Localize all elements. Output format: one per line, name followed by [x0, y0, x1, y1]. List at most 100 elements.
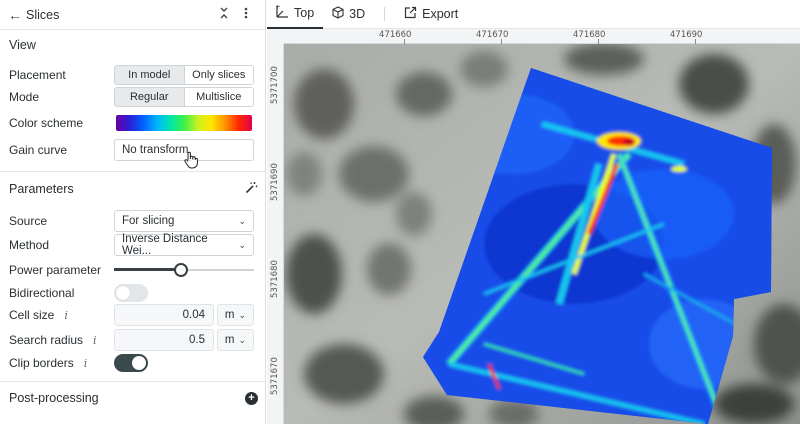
search-radius-unit-select[interactable]: m ⌄ [217, 329, 254, 351]
view-section-title: View [9, 38, 36, 52]
x-tick-mark [598, 39, 599, 44]
cell-size-label: Cell size [9, 308, 55, 322]
mode-segmented[interactable]: Regular Multislice [114, 87, 254, 107]
source-label: Source [9, 214, 48, 228]
placement-only-slices-option[interactable]: Only slices [183, 66, 253, 84]
slider-fill [114, 268, 181, 271]
cell-size-input[interactable]: 0.04 [114, 304, 214, 326]
cell-size-label-group: Cell size i [9, 308, 68, 322]
top-view-icon [276, 5, 289, 21]
y-tick-label: 5371680 [270, 260, 280, 298]
ruler-corner [267, 29, 284, 44]
bidirectional-label: Bidirectional [9, 286, 75, 300]
y-tick-label: 5371700 [270, 66, 280, 104]
search-radius-input[interactable]: 0.5 [114, 329, 214, 351]
tab-top[interactable]: Top [267, 0, 324, 29]
tab-3d[interactable]: 3D [323, 0, 374, 29]
chevron-down-icon: ⌄ [238, 215, 246, 226]
post-processing-section-header[interactable]: Post-processing + [0, 383, 265, 413]
tab-top-label: Top [294, 6, 315, 20]
clip-borders-toggle[interactable] [114, 354, 148, 372]
map-canvas [284, 43, 800, 424]
clip-borders-label-group: Clip borders i [9, 356, 87, 370]
more-menu-icon[interactable] [235, 7, 257, 22]
placement-in-model-option[interactable]: In model [115, 66, 184, 84]
cell-size-unit-select[interactable]: m ⌄ [217, 304, 254, 326]
search-radius-label-group: Search radius i [9, 333, 97, 347]
divider [0, 171, 265, 172]
info-icon[interactable]: i [93, 334, 97, 347]
gain-curve-row: Gain curve No transform [0, 139, 265, 169]
source-value: For slicing [122, 215, 175, 227]
tab-3d-label: 3D [349, 7, 366, 21]
placement-segmented[interactable]: In model Only slices [114, 65, 254, 85]
export-icon [404, 6, 417, 22]
info-icon[interactable]: i [84, 357, 88, 370]
search-radius-unit: m [224, 334, 235, 346]
map-viewport[interactable]: 471660 471670 471680 471690 5371700 5371… [267, 29, 800, 424]
gain-curve-value: No transform [122, 144, 189, 156]
y-tick-label: 5371690 [270, 163, 280, 201]
panel-header: ← Slices [0, 0, 265, 30]
method-label: Method [9, 238, 50, 252]
export-label: Export [422, 7, 459, 21]
info-icon[interactable]: i [64, 309, 68, 322]
parameters-section-header: Parameters [0, 174, 265, 204]
bidirectional-toggle[interactable] [114, 284, 148, 302]
post-processing-section-title: Post-processing [9, 391, 99, 405]
mode-multislice-option[interactable]: Multislice [183, 88, 253, 106]
power-parameter-row: Power parameter [0, 259, 265, 281]
clip-borders-row: Clip borders i [0, 352, 265, 374]
source-select[interactable]: For slicing ⌄ [114, 210, 254, 232]
search-radius-row: Search radius i 0.5 m ⌄ [0, 329, 265, 351]
x-tick-mark [695, 39, 696, 44]
slider-thumb[interactable] [174, 263, 188, 277]
placement-label: Placement [9, 68, 66, 82]
back-arrow-icon[interactable]: ← [8, 7, 22, 23]
mode-row: Mode Regular Multislice [0, 86, 265, 108]
mode-regular-option[interactable]: Regular [115, 88, 184, 106]
gain-curve-label: Gain curve [9, 143, 68, 157]
y-tick-label: 5371670 [270, 357, 280, 395]
collapse-icon[interactable] [213, 7, 235, 22]
export-button[interactable]: Export [395, 0, 467, 29]
chevron-down-icon: ⌄ [238, 239, 246, 250]
color-scheme-row: Color scheme [0, 112, 265, 134]
slices-panel: ← Slices View Placement In model Only sl… [0, 0, 266, 424]
mode-label: Mode [9, 90, 40, 104]
x-tick-label: 471660 [379, 30, 412, 40]
source-row: Source For slicing ⌄ [0, 210, 265, 232]
horizontal-ruler: 471660 471670 471680 471690 [284, 29, 800, 44]
x-tick-label: 471690 [670, 30, 703, 40]
method-row: Method Inverse Distance Wei... ⌄ [0, 233, 265, 257]
color-scheme-label: Color scheme [9, 116, 84, 130]
toolbar-separator [384, 7, 386, 21]
aerial-map[interactable] [284, 43, 800, 424]
add-circle-icon[interactable]: + [245, 391, 258, 405]
parameters-section-title: Parameters [9, 182, 74, 196]
cell-size-value: 0.04 [182, 309, 205, 321]
clip-borders-label: Clip borders [9, 356, 74, 370]
method-select[interactable]: Inverse Distance Wei... ⌄ [114, 233, 254, 257]
method-value: Inverse Distance Wei... [122, 233, 208, 257]
placement-row: Placement In model Only slices [0, 64, 265, 86]
toggle-knob [116, 286, 130, 300]
bidirectional-row: Bidirectional [0, 282, 265, 304]
power-parameter-label: Power parameter [9, 263, 102, 277]
chevron-down-icon: ⌄ [238, 334, 247, 345]
toggle-knob [132, 356, 146, 370]
search-radius-label: Search radius [9, 333, 84, 347]
power-parameter-slider[interactable] [114, 262, 254, 278]
color-scheme-swatch[interactable] [116, 115, 252, 131]
hand-cursor-icon [183, 151, 199, 172]
magic-wand-icon[interactable] [245, 181, 258, 197]
divider [0, 381, 265, 382]
cube-icon [332, 6, 344, 22]
view-toolbar: Top 3D Export [267, 0, 800, 29]
chevron-down-icon: ⌄ [238, 309, 247, 320]
x-tick-mark [404, 39, 405, 44]
cell-size-row: Cell size i 0.04 m ⌄ [0, 304, 265, 326]
panel-title: Slices [26, 7, 60, 22]
x-tick-mark [501, 39, 502, 44]
x-tick-label: 471670 [476, 30, 509, 40]
